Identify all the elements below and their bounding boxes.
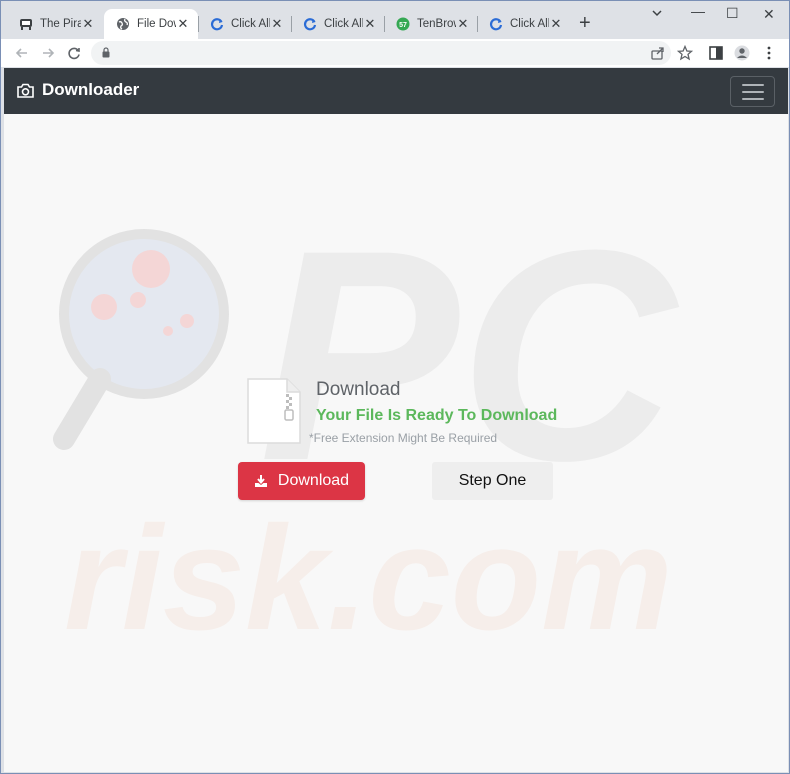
tab-separator (198, 16, 199, 32)
site-navbar: Downloader (4, 68, 788, 114)
tab-click-allow-1[interactable]: Click Allo ✕ (198, 9, 292, 39)
maximize-button[interactable]: ☐ (726, 5, 739, 22)
tab-close-icon[interactable]: ✕ (176, 16, 190, 31)
hamburger-line (741, 83, 764, 86)
download-icon (254, 475, 267, 487)
tab-pirate[interactable]: The Pirat ✕ (7, 9, 103, 39)
address-bar[interactable] (91, 41, 671, 65)
magnifier-logo-icon (53, 229, 229, 450)
globe-icon (117, 18, 129, 30)
new-tab-button[interactable]: + (579, 13, 591, 33)
tab-close-icon[interactable]: ✕ (549, 16, 563, 31)
tab-title: TenBrows (417, 18, 456, 30)
tab-click-allow-2[interactable]: Click Allo ✕ (291, 9, 385, 39)
tab-close-icon[interactable]: ✕ (270, 16, 284, 31)
step-one-button-label: Step One (458, 472, 527, 489)
tab-close-icon[interactable]: ✕ (81, 16, 95, 31)
download-button-label: Download (277, 472, 350, 489)
share-icon[interactable] (650, 45, 666, 61)
close-window-button[interactable]: ✕ (763, 6, 775, 23)
tab-title: Click Allo (231, 18, 270, 30)
tab-click-allow-3[interactable]: Click Allo ✕ (477, 9, 571, 39)
tab-title: Click Allo (510, 18, 549, 30)
minimize-button[interactable]: — (691, 3, 705, 19)
menu-toggle-button[interactable] (730, 76, 775, 107)
refresh-logo-icon (211, 18, 224, 31)
brand-name: Downloader (42, 80, 140, 99)
watermark-risk-text: risk.com (64, 496, 673, 661)
tab-close-icon[interactable]: ✕ (456, 16, 470, 31)
extension-note: *Free Extension Might Be Required (309, 431, 498, 445)
pirate-icon (20, 19, 32, 30)
site-brand[interactable]: Downloader (17, 80, 139, 100)
refresh-logo-icon (304, 18, 317, 31)
tab-file-download[interactable]: File Dowr ✕ (104, 9, 198, 39)
star-icon[interactable] (677, 45, 693, 61)
forward-arrow-icon (43, 48, 55, 58)
web-page: Downloader PC risk.com Download Your Fil… (4, 68, 788, 772)
tab-separator (291, 16, 292, 32)
step-one-button[interactable]: Step One (432, 462, 553, 500)
reload-icon (68, 47, 80, 60)
download-button[interactable]: Download (238, 462, 365, 500)
tab-separator (477, 16, 478, 32)
hamburger-line (741, 90, 764, 93)
tab-title: File Dowr (137, 18, 176, 30)
back-button[interactable] (12, 43, 32, 63)
browser-toolbar (1, 39, 789, 67)
svg-text:57: 57 (399, 22, 407, 29)
lock-icon[interactable] (102, 47, 110, 58)
tab-strip: The Pirat ✕ File Dowr ✕ Click Allo ✕ Cli… (1, 1, 789, 39)
tenbrowser-icon: 57 (396, 17, 410, 31)
tab-title: Click Allo (324, 18, 363, 30)
back-arrow-icon (15, 48, 27, 58)
tab-close-icon[interactable]: ✕ (363, 16, 377, 31)
camera-icon (17, 83, 34, 98)
tab-search-icon[interactable] (651, 7, 663, 22)
reload-button[interactable] (64, 43, 84, 63)
side-panel-icon[interactable] (708, 45, 724, 61)
menu-dots-icon[interactable] (761, 45, 777, 61)
zip-file-icon (247, 378, 301, 444)
tab-title: The Pirat (40, 18, 81, 30)
tab-separator (384, 16, 385, 32)
forward-button[interactable] (38, 43, 58, 63)
file-ready-text: Your File Is Ready To Download (316, 407, 558, 424)
refresh-logo-icon (490, 18, 503, 31)
tab-tenbrowser[interactable]: 57 TenBrows ✕ (384, 9, 478, 39)
profile-avatar-icon[interactable] (734, 45, 750, 61)
browser-window: The Pirat ✕ File Dowr ✕ Click Allo ✕ Cli… (0, 0, 790, 774)
download-heading: Download (316, 379, 401, 400)
hamburger-line (741, 97, 764, 100)
